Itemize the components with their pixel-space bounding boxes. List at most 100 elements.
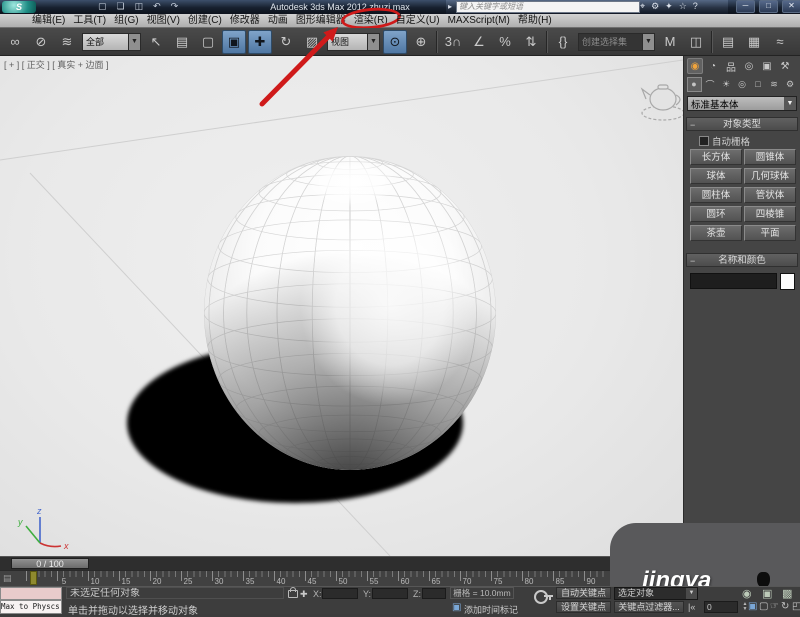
menu-item-rendering[interactable]: 渲染(R) <box>350 14 392 27</box>
zoom-extents-icon[interactable]: ▣ <box>762 587 772 600</box>
new-file-icon[interactable]: ▢ <box>98 0 107 12</box>
help-icon[interactable]: ? <box>693 0 698 12</box>
zoom-all-icon[interactable]: ▩ <box>782 587 792 600</box>
object-name-field[interactable] <box>690 273 777 289</box>
name-color-rollout-header[interactable]: − 名称和颜色 <box>686 253 798 267</box>
reference-coordinate-dropdown[interactable]: 视图▼ <box>327 33 380 51</box>
menu-item-edit[interactable]: 编辑(E) <box>28 14 69 27</box>
object-type-rollout-header[interactable]: − 对象类型 <box>686 117 798 131</box>
set-key-button[interactable]: 设置关键点 <box>556 601 611 613</box>
viewport[interactable]: [ + ] [ 正交 ] [ 真实 + 边面 ] <box>0 55 683 556</box>
menu-item-tools[interactable]: 工具(T) <box>69 14 110 27</box>
unlink-selection[interactable]: ⊘ <box>29 30 53 54</box>
chevron-down-icon[interactable]: ▼ <box>128 34 140 50</box>
select-and-rotate[interactable]: ↻ <box>274 30 298 54</box>
zoom-icon[interactable]: ◉ <box>742 587 752 600</box>
tab-motion[interactable]: ◎ <box>741 58 757 74</box>
menu-item-views[interactable]: 视图(V) <box>143 14 184 27</box>
layer-manager[interactable]: ▤ <box>716 30 740 54</box>
selection-filter-dropdown[interactable]: 选定对象 ▼ <box>614 587 698 600</box>
maximize-viewport-icon[interactable]: ◰ <box>792 601 800 612</box>
tab-display[interactable]: ▣ <box>759 58 775 74</box>
zoom-region-icon[interactable]: ▢ <box>759 601 768 612</box>
subtab-cameras[interactable]: ◎ <box>735 77 750 92</box>
chevron-down-icon[interactable]: ▼ <box>642 34 654 50</box>
select-and-scale[interactable]: ▨ <box>300 30 324 54</box>
wrench-icon[interactable]: ⚙ <box>651 0 659 12</box>
mini-curve-editor-icon[interactable]: ▤ <box>3 573 12 584</box>
tab-modify[interactable]: ◔ <box>705 58 721 74</box>
percent-snap-toggle[interactable]: % <box>493 30 517 54</box>
bind-to-space-warp[interactable]: ≋ <box>55 30 79 54</box>
auto-key-button[interactable]: 自动关键点 <box>556 587 611 599</box>
communication-icon[interactable]: ✦ <box>665 0 673 12</box>
y-field[interactable] <box>372 588 408 599</box>
curve-editor[interactable]: ≈ <box>768 30 792 54</box>
snap-toggle-3d[interactable]: 3∩ <box>441 30 465 54</box>
transform-typein-icon[interactable]: ✚ <box>300 589 308 600</box>
create-button-5[interactable]: 圆柱体 <box>690 187 742 203</box>
subtab-helpers[interactable]: □ <box>751 77 766 92</box>
named-selection-sets-dropdown[interactable]: 创建选择集▼ <box>578 33 655 51</box>
menu-item-help[interactable]: 帮助(H) <box>514 14 556 27</box>
subtab-space-warps[interactable]: ≋ <box>767 77 782 92</box>
subtab-lights[interactable]: ☀ <box>719 77 734 92</box>
orbit-icon[interactable]: ↻ <box>781 601 789 612</box>
object-color-swatch[interactable] <box>780 273 795 290</box>
subtab-shapes[interactable]: ⌒ <box>703 77 718 92</box>
rect-selection-region[interactable]: ▢ <box>196 30 220 54</box>
create-button-9[interactable]: 茶壶 <box>690 225 742 241</box>
favorites-star-icon[interactable]: ☆ <box>679 0 687 12</box>
spinner-snap-toggle[interactable]: ⇅ <box>519 30 543 54</box>
create-button-4[interactable]: 几何球体 <box>744 168 796 184</box>
search-icon[interactable]: ⌖ <box>640 0 645 12</box>
app-logo-icon[interactable]: S <box>2 1 36 13</box>
goto-start-button[interactable]: |« <box>688 602 695 612</box>
menu-item-customize[interactable]: 自定义(U) <box>392 14 444 27</box>
macro-recorder-pane[interactable] <box>0 587 62 600</box>
select-by-name[interactable]: ▤ <box>170 30 194 54</box>
create-button-2[interactable]: 圆锥体 <box>744 149 796 165</box>
chevron-down-icon[interactable]: ▼ <box>367 34 379 50</box>
search-toggle-icon[interactable]: ▸ <box>448 2 452 11</box>
selection-lock-icon[interactable] <box>288 590 298 598</box>
schematic-view[interactable]: 品 <box>794 30 800 54</box>
current-frame-field[interactable]: 0 <box>704 601 738 613</box>
select-and-move[interactable]: ✚ <box>248 30 272 54</box>
align[interactable]: ◫ <box>684 30 708 54</box>
select-and-manipulate[interactable]: ⊕ <box>409 30 433 54</box>
close-button[interactable]: ✕ <box>782 0 800 13</box>
subtab-geometry[interactable]: ● <box>687 77 702 92</box>
edit-named-selection-sets[interactable]: {} <box>551 30 575 54</box>
use-pivot-center[interactable]: ⊙ <box>383 30 407 54</box>
pan-hand-icon[interactable]: ☞ <box>770 601 779 612</box>
time-slider-handle[interactable]: 0 / 100 <box>11 558 89 569</box>
maxscript-listener[interactable]: Max to Physcs ( <box>0 600 62 614</box>
create-button-3[interactable]: 球体 <box>690 168 742 184</box>
menu-item-animation[interactable]: 动画 <box>264 14 292 27</box>
mirror[interactable]: M <box>658 30 682 54</box>
create-button-7[interactable]: 圆环 <box>690 206 742 222</box>
selection-filter-dropdown[interactable]: 全部▼ <box>82 33 141 51</box>
select-and-link[interactable]: ∞ <box>3 30 27 54</box>
tab-utilities[interactable]: ⚒ <box>777 58 793 74</box>
x-field[interactable] <box>322 588 358 599</box>
minimize-button[interactable]: ─ <box>736 0 755 13</box>
create-button-10[interactable]: 平面 <box>744 225 796 241</box>
category-dropdown[interactable]: 标准基本体 ▼ <box>687 96 797 111</box>
angle-snap-toggle[interactable]: ∠ <box>467 30 491 54</box>
undo-icon[interactable]: ↶ <box>153 0 161 12</box>
maximize-button[interactable]: □ <box>759 0 778 13</box>
subtab-systems[interactable]: ⚙ <box>783 77 798 92</box>
graphite-ribbon-toggle[interactable]: ▦ <box>742 30 766 54</box>
chevron-down-icon[interactable]: ▼ <box>784 97 796 110</box>
search-input[interactable]: 键入关键字或短语 <box>456 1 640 13</box>
menu-item-modifiers[interactable]: 修改器 <box>226 14 264 27</box>
select-object[interactable]: ↖ <box>144 30 168 54</box>
menu-item-graph-editors[interactable]: 图形编辑器 <box>292 14 350 27</box>
menu-item-create[interactable]: 创建(C) <box>184 14 226 27</box>
menu-item-maxscript[interactable]: MAXScript(M) <box>444 14 514 27</box>
key-filters-button[interactable]: 关键点过滤器... <box>614 601 684 613</box>
z-field[interactable] <box>422 588 446 599</box>
redo-icon[interactable]: ↷ <box>171 0 179 12</box>
